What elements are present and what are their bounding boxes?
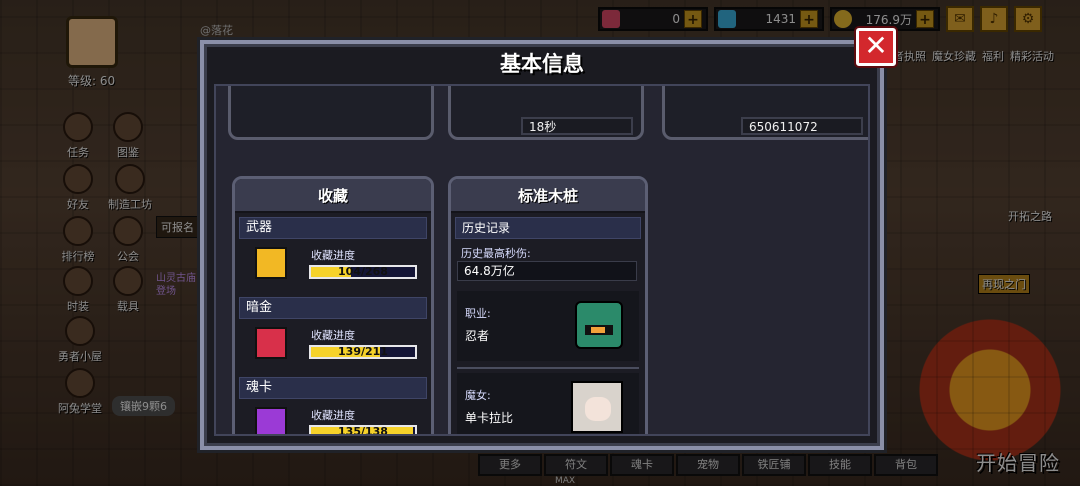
max-dps-value: 64.8万亿	[457, 261, 637, 281]
witch-label: 魔女:	[465, 389, 491, 402]
soul-cards-progress-label: 收藏进度	[311, 409, 355, 422]
training-dummy-panel: 标准木桩 历史记录 历史最高秒伤: 64.8万亿 职业: 忍者 魔女: 单卡拉比	[448, 176, 648, 434]
soul-card-collection-icon	[255, 407, 287, 434]
dark-gold-collection-icon	[255, 327, 287, 359]
history-record-row: 历史记录	[455, 217, 641, 239]
witch-value: 单卡拉比	[465, 411, 514, 425]
job-block: 职业: 忍者	[457, 291, 639, 361]
collection-title: 收藏	[235, 179, 431, 213]
category-dark-gold: 暗金	[239, 297, 427, 319]
top-card-right: 650611072	[662, 86, 868, 140]
weapons-progress-label: 收藏进度	[311, 249, 355, 262]
top-card-left	[228, 86, 434, 140]
soul-cards-progress-bar: 135/138	[309, 425, 417, 436]
soul-cards-progress-text: 135/138	[338, 425, 388, 436]
collection-panel: 收藏 武器 收藏进度 104/268 暗金 收藏进度 139/211 魂卡 收藏…	[232, 176, 434, 436]
basic-info-modal: 基本信息 18秒 650611072 收藏 武器 收藏进度 104/268 暗金…	[200, 40, 884, 450]
max-dps-label: 历史最高秒伤:	[461, 247, 531, 260]
job-label: 职业:	[465, 307, 491, 320]
job-value: 忍者	[465, 329, 490, 343]
weapons-progress-text: 104/268	[338, 265, 388, 278]
modal-body: 18秒 650611072 收藏 武器 收藏进度 104/268 暗金 收藏进度…	[214, 84, 870, 436]
dark-gold-progress-text: 139/211	[338, 345, 388, 358]
category-weapons: 武器	[239, 217, 427, 239]
info-divider	[457, 367, 639, 369]
close-icon[interactable]: ✕	[856, 28, 896, 66]
weapon-collection-icon	[255, 247, 287, 279]
category-soul-cards: 魂卡	[239, 377, 427, 399]
time-value: 18秒	[521, 117, 633, 135]
weapons-progress-bar: 104/268	[309, 265, 417, 279]
ninja-eyes-icon	[591, 327, 605, 333]
ninja-portrait-icon	[575, 301, 623, 349]
dummy-title: 标准木桩	[451, 179, 645, 213]
dark-gold-progress-label: 收藏进度	[311, 329, 355, 342]
number-value: 650611072	[741, 117, 863, 135]
witch-face-icon	[585, 397, 611, 421]
dark-gold-progress-bar: 139/211	[309, 345, 417, 359]
top-card-middle: 18秒	[448, 86, 644, 140]
witch-block: 魔女: 单卡拉比	[457, 373, 639, 434]
modal-title: 基本信息	[500, 52, 584, 76]
witch-portrait-icon	[571, 381, 623, 433]
